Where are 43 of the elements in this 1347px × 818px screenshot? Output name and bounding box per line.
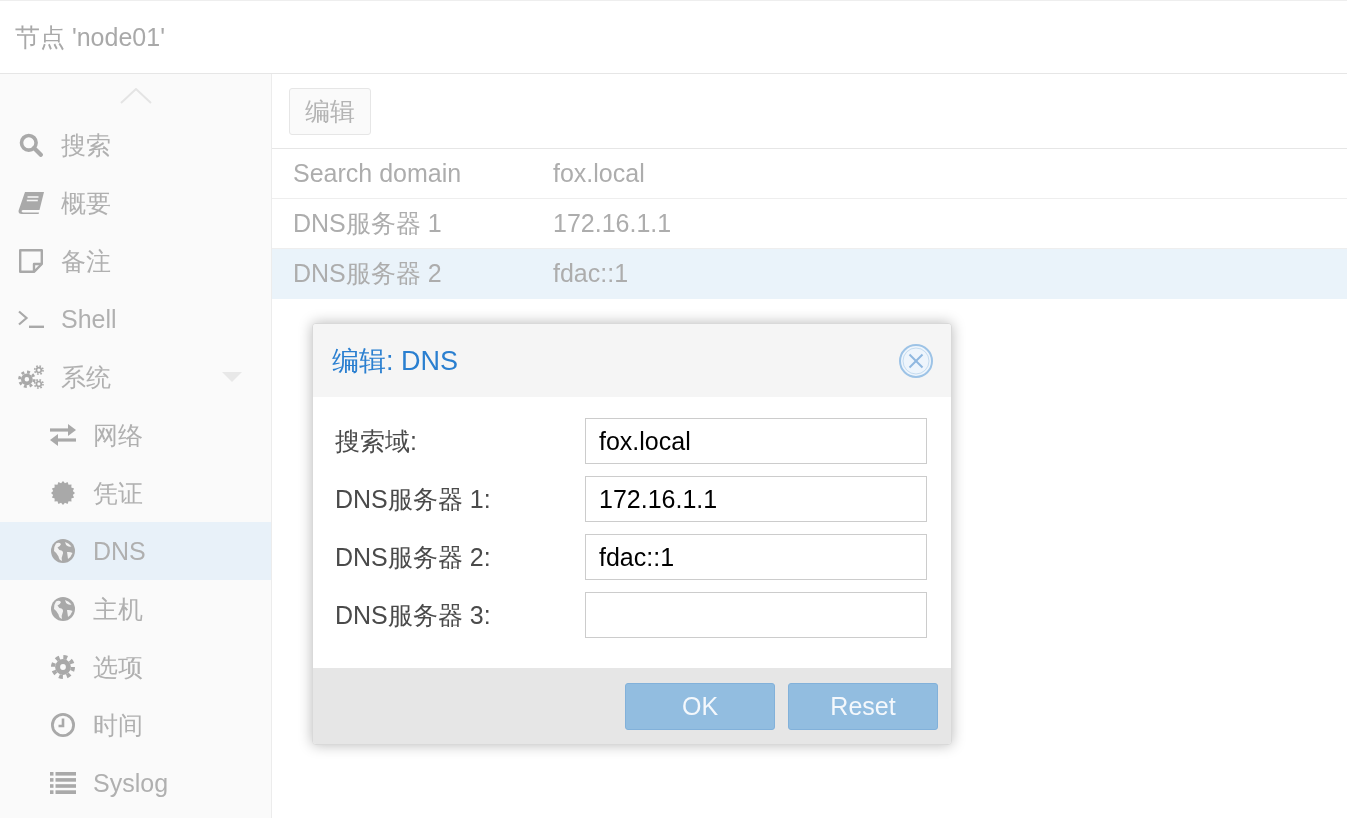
table-row[interactable]: Search domain fox.local xyxy=(272,149,1347,199)
book-icon xyxy=(18,191,44,215)
field-label: DNS服务器 1: xyxy=(335,483,492,515)
sidebar-item[interactable]: 备注 xyxy=(0,232,271,290)
input-field[interactable] xyxy=(585,592,927,638)
dialog-title: 编辑: DNS xyxy=(332,344,458,378)
sidebar-item[interactable]: 主机 xyxy=(0,580,271,638)
gear-icon xyxy=(50,655,76,679)
table-cell: fdac::1 xyxy=(553,259,629,288)
field-label: DNS服务器 2: xyxy=(335,541,492,573)
table-cell-text: DNS服务器 2 xyxy=(293,258,443,289)
table-row[interactable]: DNS服务器 2 fdac::1 xyxy=(272,249,1347,299)
gears-icon xyxy=(18,365,44,389)
field-label: 搜索域: xyxy=(335,425,418,457)
input-field[interactable]: fox.local xyxy=(585,418,927,464)
table-cell-text: DNS服务器 1 xyxy=(293,208,443,239)
sidebar-item[interactable]: Syslog xyxy=(0,754,271,812)
table-cell-text: Search domain xyxy=(293,159,463,188)
sidebar-item[interactable]: 搜索 xyxy=(0,116,271,174)
sidebar-item[interactable]: DNS xyxy=(0,522,271,580)
input-field[interactable]: 172.16.1.1 xyxy=(585,476,927,522)
table-cell: fox.local xyxy=(553,159,645,188)
sidebar-item[interactable]: 凭证 xyxy=(0,464,271,522)
clock-icon xyxy=(50,713,76,737)
close-icon[interactable] xyxy=(899,343,933,378)
input-field[interactable]: fdac::1 xyxy=(585,534,927,580)
list-icon xyxy=(50,771,76,795)
sidebar-item[interactable]: 时间 xyxy=(0,696,271,754)
note-icon xyxy=(18,249,44,273)
field-label: DNS服务器 3: xyxy=(335,599,492,631)
search-icon xyxy=(18,133,44,157)
exchange-arrows-icon xyxy=(50,423,76,447)
sidebar-item[interactable]: 网络 xyxy=(0,406,271,464)
page-title: 节点 'node01' xyxy=(15,21,165,53)
globe-icon xyxy=(50,597,76,621)
edit-button[interactable]: 编辑 xyxy=(289,88,371,135)
certificate-icon xyxy=(50,481,76,505)
table-cell: 172.16.1.1 xyxy=(553,209,672,238)
sidebar-item[interactable]: Shell xyxy=(0,290,271,348)
globe-icon xyxy=(50,539,76,563)
sidebar-item[interactable]: 选项 xyxy=(0,638,271,696)
sidebar-item[interactable]: 系统 xyxy=(0,348,271,406)
sidebar-item[interactable]: 概要 xyxy=(0,174,271,232)
